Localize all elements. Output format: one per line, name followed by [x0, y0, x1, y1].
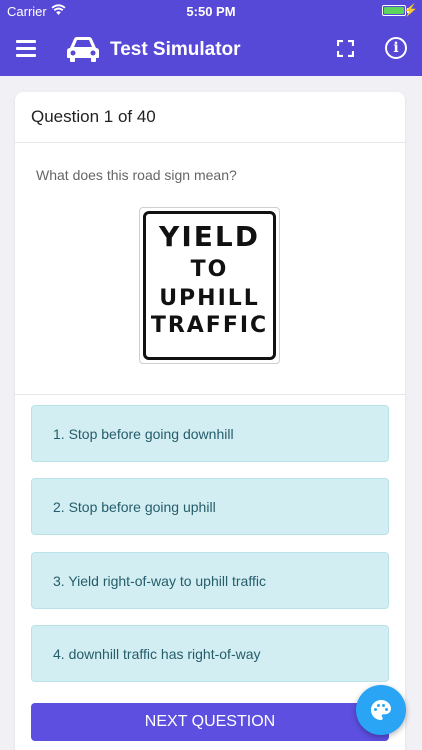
answer-option-1[interactable]: 1. Stop before going downhill — [31, 405, 389, 462]
next-question-button[interactable]: NEXT QUESTION — [31, 703, 389, 741]
sign-line: YIELD — [159, 220, 260, 253]
nav-bar: Test Simulator i — [0, 22, 422, 76]
answer-option-4[interactable]: 4. downhill traffic has right-of-way — [31, 625, 389, 682]
theme-fab-button[interactable] — [356, 685, 406, 735]
road-sign-image: YIELD TO UPHILL TRAFFIC — [139, 207, 280, 364]
status-bar: Carrier 5:50 PM ⚡ — [0, 0, 422, 22]
answer-option-3[interactable]: 3. Yield right-of-way to uphill traffic — [31, 552, 389, 609]
clock: 5:50 PM — [186, 4, 236, 19]
divider — [15, 394, 405, 395]
charging-icon: ⚡ — [403, 3, 418, 17]
palette-icon — [371, 700, 391, 720]
sign-line: TO — [190, 257, 229, 282]
sign-line: TRAFFIC — [150, 313, 269, 338]
answer-option-2[interactable]: 2. Stop before going uphill — [31, 478, 389, 535]
question-text: What does this road sign mean? — [36, 167, 237, 183]
app-title: Test Simulator — [110, 39, 241, 60]
road-sign: YIELD TO UPHILL TRAFFIC — [143, 211, 276, 360]
info-icon[interactable]: i — [385, 37, 407, 59]
question-counter: Question 1 of 40 — [15, 92, 405, 143]
hamburger-icon[interactable] — [16, 40, 36, 57]
fullscreen-icon[interactable] — [337, 40, 354, 57]
sign-line: UPHILL — [159, 286, 260, 311]
question-card: Question 1 of 40 What does this road sig… — [15, 92, 405, 750]
car-icon — [67, 37, 99, 62]
